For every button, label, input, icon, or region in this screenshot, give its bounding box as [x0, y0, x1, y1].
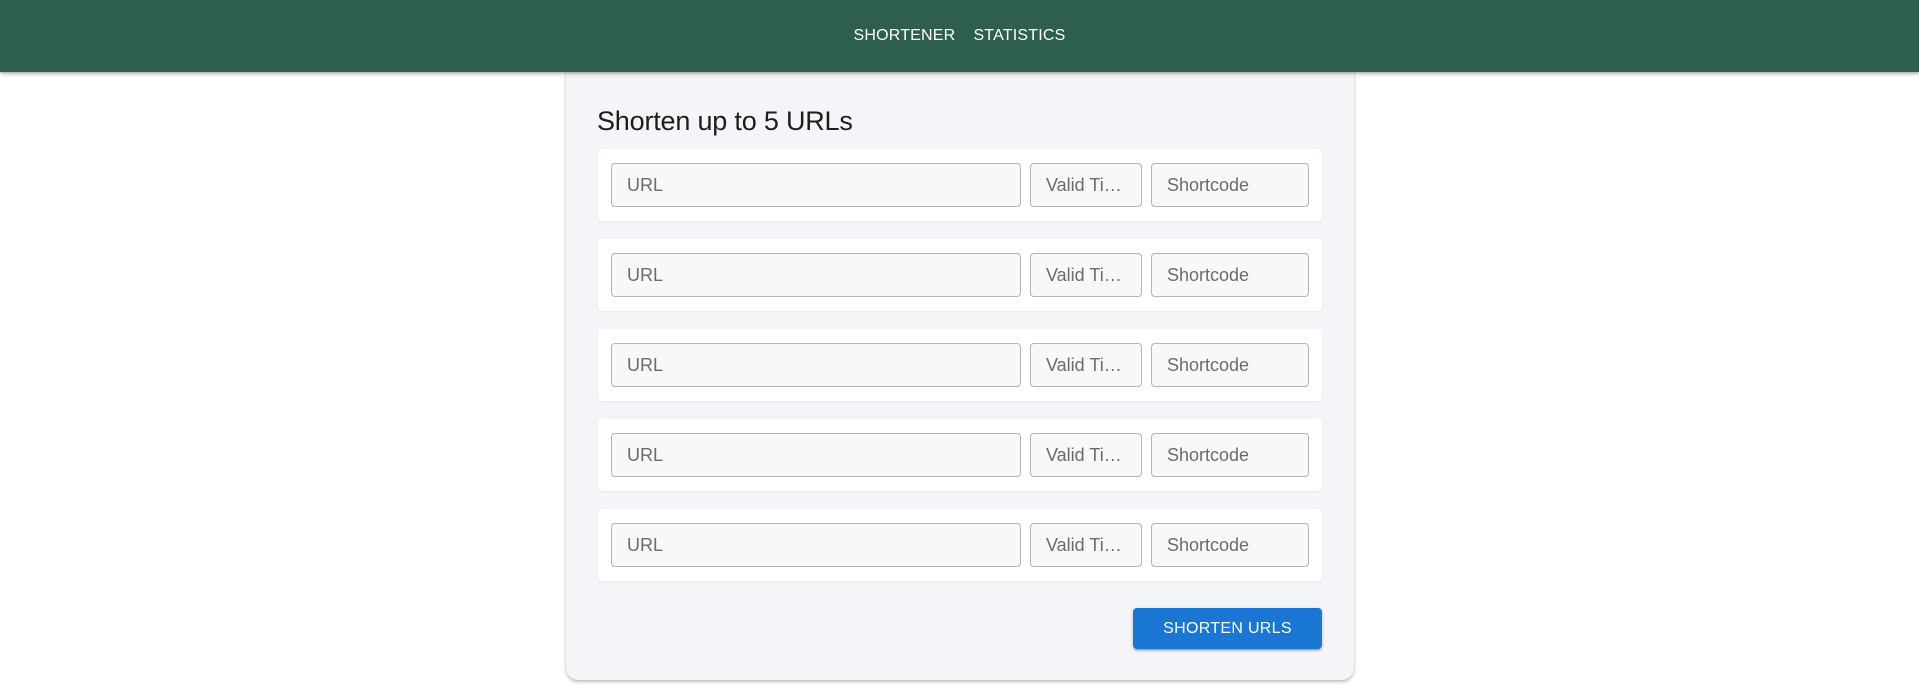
url-input-5[interactable] — [611, 523, 1021, 567]
url-input-2[interactable] — [611, 253, 1021, 297]
url-row-1 — [598, 149, 1322, 221]
nav-shortener-link[interactable]: SHORTENER — [847, 21, 961, 51]
shorten-urls-button[interactable]: SHORTEN URLS — [1133, 608, 1322, 649]
shortcode-input-5[interactable] — [1151, 523, 1309, 567]
shortcode-input-1[interactable] — [1151, 163, 1309, 207]
shortcode-input-3[interactable] — [1151, 343, 1309, 387]
validity-input-3[interactable] — [1030, 343, 1142, 387]
validity-input-5[interactable] — [1030, 523, 1142, 567]
shorten-form-card: Shorten up to 5 URLs SHORTEN URLS — [566, 72, 1354, 680]
validity-input-4[interactable] — [1030, 433, 1142, 477]
validity-input-1[interactable] — [1030, 163, 1142, 207]
validity-input-2[interactable] — [1030, 253, 1142, 297]
url-input-4[interactable] — [611, 433, 1021, 477]
url-row-4 — [598, 419, 1322, 491]
url-input-3[interactable] — [611, 343, 1021, 387]
shortcode-input-4[interactable] — [1151, 433, 1309, 477]
main-nav: SHORTENER STATISTICS — [847, 21, 1071, 51]
url-input-1[interactable] — [611, 163, 1021, 207]
url-row-2 — [598, 239, 1322, 311]
app-bar: SHORTENER STATISTICS — [0, 0, 1919, 72]
nav-statistics-link[interactable]: STATISTICS — [967, 21, 1071, 51]
url-row-3 — [598, 329, 1322, 401]
shortcode-input-2[interactable] — [1151, 253, 1309, 297]
page-title: Shorten up to 5 URLs — [597, 106, 853, 136]
url-row-5 — [598, 509, 1322, 581]
